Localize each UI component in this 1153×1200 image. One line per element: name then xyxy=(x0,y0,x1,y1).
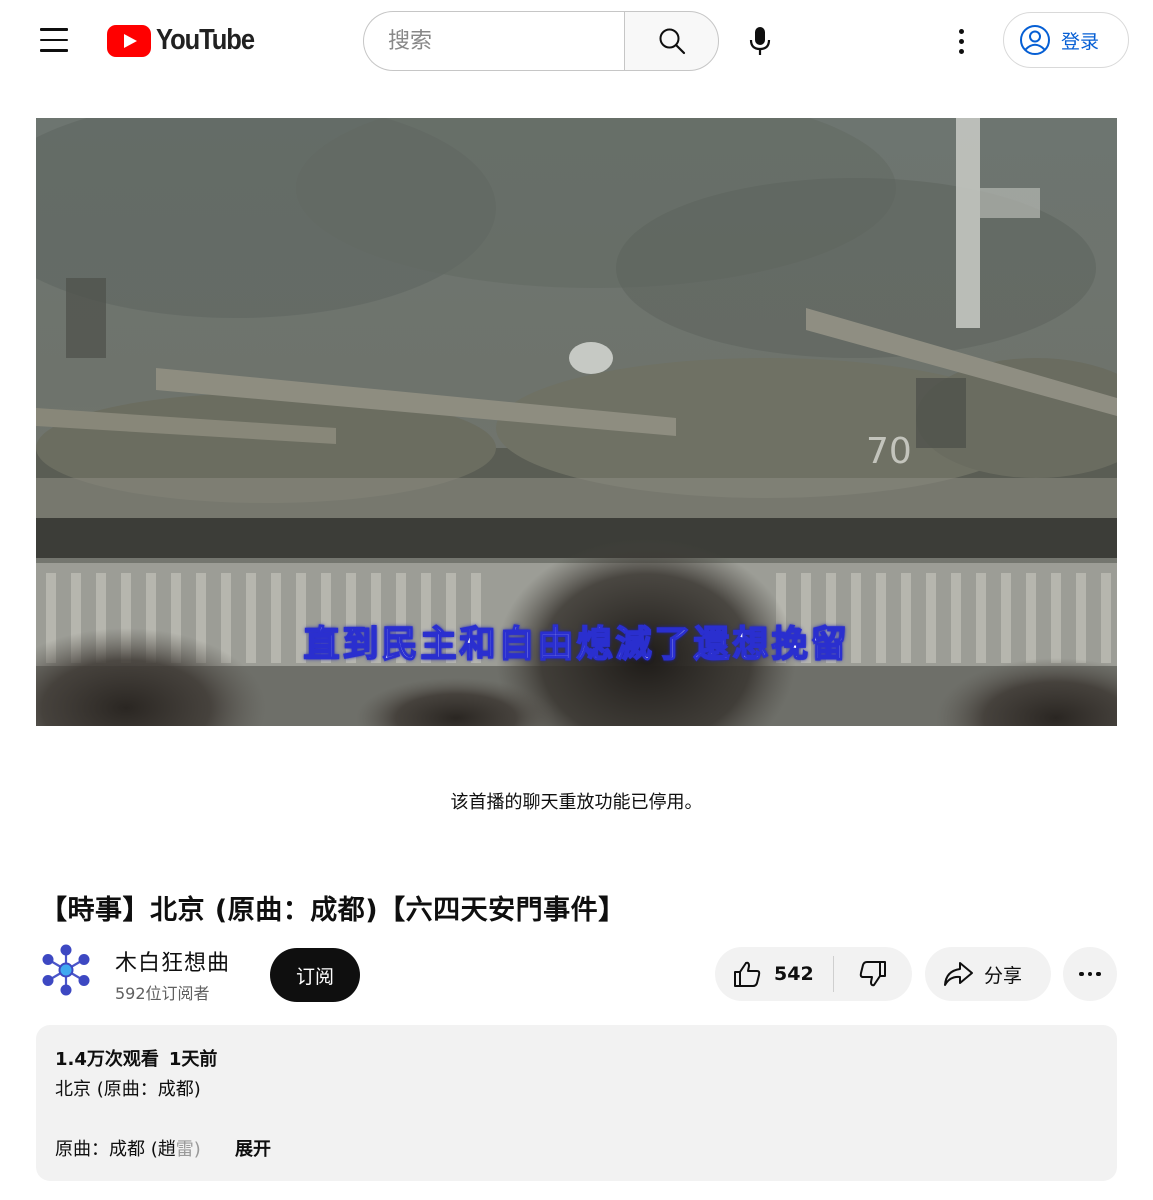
youtube-logo[interactable]: YouTube xyxy=(107,24,267,57)
description-box[interactable]: 1.4万次观看 1天前 北京 (原曲：成都) 原曲：成都 (趙雷) 展开 xyxy=(36,1025,1117,1181)
description-line-truncated: 原曲：成都 (趙雷) xyxy=(55,1135,201,1161)
description-text-faded: 雷) xyxy=(175,1139,201,1160)
subscribe-button[interactable]: 订阅 xyxy=(270,948,360,1002)
signin-button[interactable]: 登录 xyxy=(1003,12,1129,68)
subscriber-count: 592位订阅者 xyxy=(115,984,210,1003)
expand-description-button[interactable]: 展开 xyxy=(235,1135,271,1161)
menu-icon[interactable] xyxy=(26,18,82,62)
video-subtitle: 直到民主和自由熄滅了還想挽留 xyxy=(303,622,850,666)
more-horiz-icon[interactable] xyxy=(1063,947,1117,1001)
search-bar xyxy=(363,11,719,71)
chat-replay-disabled-note: 该首播的聊天重放功能已停用。 xyxy=(450,792,703,813)
view-count: 1.4万次观看 xyxy=(55,1049,159,1070)
video-player[interactable]: 70 直到民主和自由熄滅了還想挽留 xyxy=(36,118,1117,726)
svg-text:70: 70 xyxy=(866,431,912,472)
more-vert-icon[interactable] xyxy=(936,16,986,66)
account-circle-icon xyxy=(1020,25,1050,55)
search-input[interactable] xyxy=(363,11,624,71)
description-text: 原曲：成都 (趙 xyxy=(55,1139,176,1160)
video-title: 【時事】北京 (原曲：成都)【六四天安門事件】 xyxy=(40,895,626,926)
upload-age: 1天前 xyxy=(168,1049,218,1070)
like-button[interactable]: 542 xyxy=(715,947,833,1001)
description-line: 北京 (原曲：成都) xyxy=(55,1079,201,1100)
share-icon xyxy=(944,962,973,986)
thumb-down-icon xyxy=(859,961,886,987)
logo-text: YouTube xyxy=(156,24,255,56)
channel-name[interactable]: 木白狂想曲 xyxy=(115,945,230,977)
search-button[interactable] xyxy=(624,11,719,71)
dislike-button[interactable] xyxy=(834,947,912,1001)
view-stats: 1.4万次观看 1天前 xyxy=(55,1045,217,1071)
signin-label: 登录 xyxy=(1061,30,1100,53)
youtube-logo-icon xyxy=(107,24,151,57)
voice-search-button[interactable] xyxy=(735,16,785,66)
channel-logo-icon xyxy=(42,944,90,996)
share-label: 分享 xyxy=(984,964,1023,987)
search-icon xyxy=(659,28,685,55)
microphone-icon xyxy=(749,27,771,55)
share-button[interactable]: 分享 xyxy=(925,947,1051,1001)
like-dislike-group: 542 xyxy=(715,947,912,1001)
channel-avatar[interactable] xyxy=(40,944,92,996)
like-count: 542 xyxy=(774,963,814,985)
top-bar: YouTube 登录 xyxy=(0,0,1153,82)
thumb-up-icon xyxy=(734,961,761,987)
